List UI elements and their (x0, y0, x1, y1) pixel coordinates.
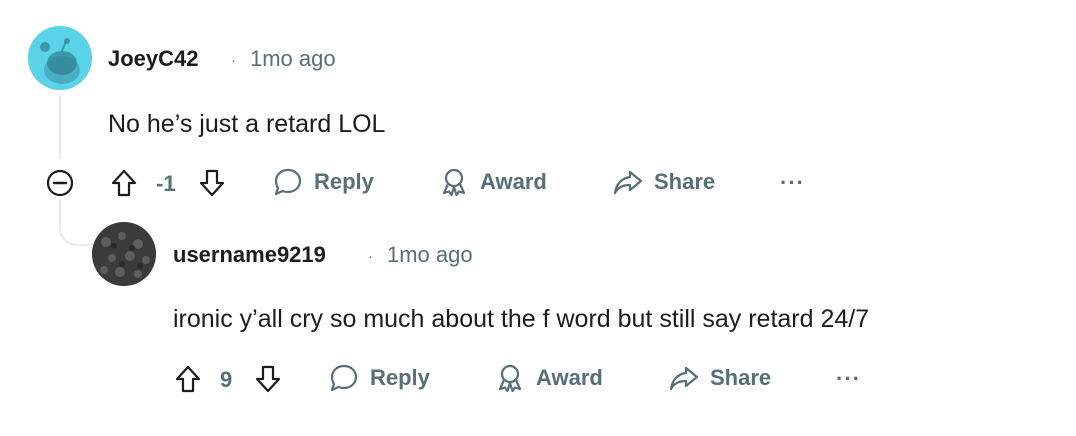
award-button[interactable]: Award (494, 362, 603, 394)
reply-label: Reply (370, 365, 430, 390)
more-options-button[interactable]: ··· (780, 170, 805, 196)
comment-body: ironic y’all cry so much about the f wor… (173, 305, 870, 333)
award-label: Award (536, 365, 603, 390)
reply-icon (328, 362, 360, 394)
avatar[interactable] (92, 222, 156, 286)
meta-separator: · (368, 248, 373, 264)
thread-connector (59, 200, 97, 246)
award-label: Award (480, 169, 547, 194)
comment-body: No he’s just a retard LOL (108, 110, 386, 138)
share-icon (612, 166, 644, 198)
share-label: Share (710, 365, 772, 390)
collapse-icon[interactable] (46, 169, 74, 197)
comment-author[interactable]: username9219 (173, 242, 326, 268)
upvote-icon[interactable] (110, 168, 138, 198)
downvote-icon[interactable] (254, 364, 282, 394)
more-options-button[interactable]: ··· (836, 366, 861, 392)
avatar[interactable] (28, 26, 92, 90)
share-button[interactable]: Share (612, 166, 715, 198)
share-button[interactable]: Share (668, 362, 771, 394)
reply-icon (272, 166, 304, 198)
meta-separator: · (231, 52, 236, 68)
comment-author[interactable]: JoeyC42 (108, 46, 199, 72)
reply-label: Reply (314, 169, 374, 194)
thread-line (59, 95, 61, 159)
upvote-icon[interactable] (174, 364, 202, 394)
snoo-avatar-icon (28, 26, 92, 90)
reply-button[interactable]: Reply (272, 166, 374, 198)
reply-button[interactable]: Reply (328, 362, 430, 394)
vote-score: 9 (220, 367, 233, 392)
patterned-avatar-icon (92, 222, 156, 286)
share-label: Share (654, 169, 716, 194)
award-icon (494, 362, 526, 394)
comment-timestamp[interactable]: 1mo ago (250, 46, 336, 72)
award-button[interactable]: Award (438, 166, 547, 198)
share-icon (668, 362, 700, 394)
vote-score: -1 (156, 171, 176, 196)
award-icon (438, 166, 470, 198)
downvote-icon[interactable] (198, 168, 226, 198)
comment-timestamp[interactable]: 1mo ago (387, 242, 473, 268)
